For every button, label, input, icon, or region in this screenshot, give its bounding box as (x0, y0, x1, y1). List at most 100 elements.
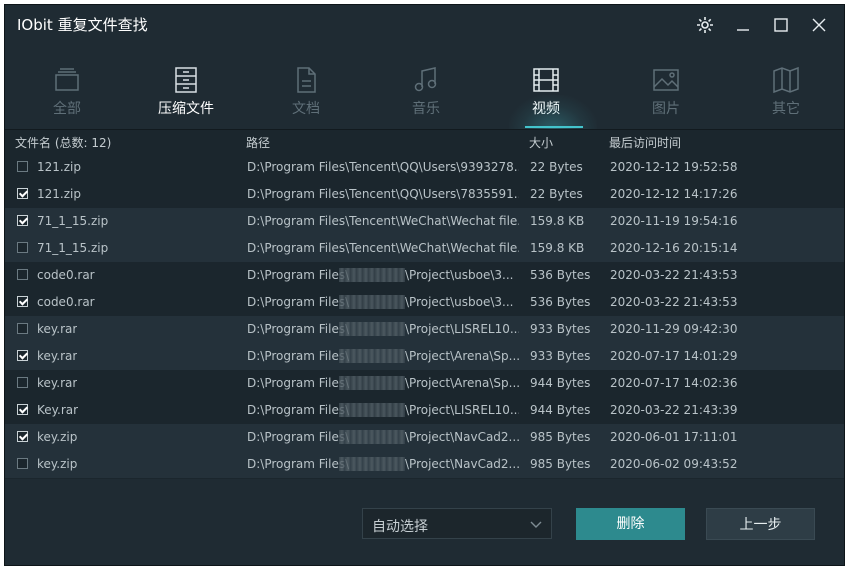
file-size: 536 Bytes (530, 268, 591, 282)
map-icon (773, 66, 799, 94)
row-checkbox[interactable] (17, 323, 28, 334)
row-checkbox[interactable] (17, 269, 28, 280)
file-time: 2020-03-22 21:43:53 (610, 268, 738, 282)
delete-button[interactable]: 删除 (576, 508, 685, 540)
tab-all-label: 全部 (53, 101, 81, 117)
document-icon (297, 67, 316, 93)
table-row[interactable]: 121.zip D:\Program Files\Tencent\QQ\User… (5, 181, 844, 208)
file-path-suffix: \Project\NavCad2... (405, 430, 519, 444)
file-path-prefix: D:\Program Files\ (247, 376, 350, 390)
table-row[interactable]: key.zip D:\Program Files\ \Project\NavCa… (5, 424, 844, 451)
file-time: 2020-12-12 14:17:26 (610, 187, 738, 201)
table-row[interactable]: key.rar D:\Program Files\ \Project\Arena… (5, 343, 844, 370)
file-name: 71_1_15.zip (37, 214, 109, 228)
column-header-size[interactable]: 大小 (529, 134, 553, 151)
row-checkbox[interactable] (17, 350, 28, 361)
category-nav: 全部 压缩文件 文档 音乐 图片 其它 (5, 59, 844, 129)
image-icon (653, 69, 679, 91)
table-header: 文件名 (总数: 12) 路径 大小 最后访问时间 (5, 130, 844, 152)
row-checkbox[interactable] (17, 161, 28, 172)
file-name: key.rar (37, 376, 78, 390)
file-time: 2020-06-01 17:11:01 (610, 430, 738, 444)
redacted-path-segment (339, 457, 405, 471)
tab-images[interactable]: 图片 (616, 59, 716, 129)
row-checkbox[interactable] (17, 188, 28, 199)
file-size: 933 Bytes (530, 349, 591, 363)
file-path-suffix: \Project\NavCad2... (405, 457, 519, 471)
row-checkbox[interactable] (17, 242, 28, 253)
tab-documents-label: 文档 (292, 101, 320, 117)
file-time: 2020-06-02 09:43:52 (610, 457, 738, 471)
table-row[interactable]: code0.rar D:\Program Files\ \Project\usb… (5, 262, 844, 289)
tab-other[interactable]: 其它 (736, 59, 836, 129)
column-header-name[interactable]: 文件名 (总数: 12) (15, 134, 111, 151)
tab-all[interactable]: 全部 (17, 59, 117, 129)
row-checkbox[interactable] (17, 431, 28, 442)
file-name: Key.rar (37, 403, 79, 417)
row-checkbox[interactable] (17, 296, 28, 307)
redacted-path-segment (339, 322, 405, 336)
redacted-path-segment (339, 403, 405, 417)
table-row[interactable]: key.rar D:\Program Files\ \Project\Arena… (5, 370, 844, 397)
footer-bar: 自动选择 删除 上一步 (5, 479, 844, 565)
redacted-path-segment (339, 430, 405, 444)
file-path: D:\Program Files\Tencent\QQ\Users\783559… (247, 187, 519, 201)
table-row[interactable]: key.rar D:\Program Files\ \Project\LISRE… (5, 316, 844, 343)
column-header-path[interactable]: 路径 (246, 134, 270, 151)
close-icon[interactable] (809, 15, 829, 35)
file-path-prefix: D:\Program Files\ (247, 403, 350, 417)
table-row[interactable]: Key.rar D:\Program Files\ \Project\LISRE… (5, 397, 844, 424)
file-time: 2020-03-22 21:43:39 (610, 403, 738, 417)
file-path-prefix: D:\Program Files\ (247, 349, 350, 363)
file-name: key.rar (37, 322, 78, 336)
file-path-suffix: \Project\usboe\3... (405, 268, 514, 282)
archive-icon (175, 67, 197, 93)
file-time: 2020-07-17 14:01:29 (610, 349, 738, 363)
redacted-path-segment (339, 349, 405, 363)
file-time: 2020-07-17 14:02:36 (610, 376, 738, 390)
gear-icon[interactable] (695, 15, 715, 35)
tab-images-label: 图片 (652, 101, 680, 117)
row-checkbox[interactable] (17, 377, 28, 388)
back-button[interactable]: 上一步 (706, 508, 815, 540)
file-size: 22 Bytes (530, 160, 583, 174)
redacted-path-segment (339, 268, 405, 282)
folders-icon (55, 68, 79, 91)
file-path: D:\Program Files\Tencent\QQ\Users\939327… (247, 160, 519, 174)
file-time: 2020-11-29 09:42:30 (610, 322, 738, 336)
tab-music[interactable]: 音乐 (376, 59, 476, 129)
row-checkbox[interactable] (17, 215, 28, 226)
file-size: 944 Bytes (530, 403, 591, 417)
window-title: IObit 重复文件查找 (17, 16, 148, 34)
minimize-icon[interactable] (733, 15, 753, 35)
auto-select-dropdown[interactable]: 自动选择 (362, 508, 552, 539)
tab-documents[interactable]: 文档 (256, 59, 356, 129)
table-row[interactable]: code0.rar D:\Program Files\ \Project\usb… (5, 289, 844, 316)
file-path: D:\Program Files\Tencent\WeChat\Wechat f… (247, 241, 519, 255)
table-row[interactable]: key.zip D:\Program Files\ \Project\NavCa… (5, 451, 844, 478)
file-name: code0.rar (37, 268, 95, 282)
tab-archives-label: 压缩文件 (158, 101, 214, 117)
row-checkbox[interactable] (17, 458, 28, 469)
tab-music-label: 音乐 (412, 101, 440, 117)
file-path-suffix: \Project\Arena\Sp... (405, 349, 519, 363)
auto-select-value: 自动选择 (372, 519, 428, 535)
file-path-suffix: \Project\LISREL10... (405, 403, 519, 417)
table-row[interactable]: 71_1_15.zip D:\Program Files\Tencent\WeC… (5, 208, 844, 235)
row-checkbox[interactable] (17, 404, 28, 415)
file-name: key.rar (37, 349, 78, 363)
table-row[interactable]: 121.zip D:\Program Files\Tencent\QQ\User… (5, 154, 844, 181)
column-header-time[interactable]: 最后访问时间 (609, 134, 681, 151)
file-size: 944 Bytes (530, 376, 591, 390)
tab-other-label: 其它 (772, 101, 800, 117)
maximize-icon[interactable] (771, 15, 791, 35)
redacted-path-segment (339, 295, 405, 309)
music-icon (414, 67, 437, 92)
title-bar[interactable]: IObit 重复文件查找 (5, 5, 844, 45)
tab-archives[interactable]: 压缩文件 (136, 59, 236, 129)
file-path-prefix: D:\Program Files\ (247, 430, 350, 444)
file-table: 文件名 (总数: 12) 路径 大小 最后访问时间 121.zip D:\Pro… (5, 129, 844, 480)
file-size: 985 Bytes (530, 430, 591, 444)
table-row[interactable]: 71_1_15.zip D:\Program Files\Tencent\WeC… (5, 235, 844, 262)
file-path-suffix: \Project\usboe\3... (405, 295, 514, 309)
